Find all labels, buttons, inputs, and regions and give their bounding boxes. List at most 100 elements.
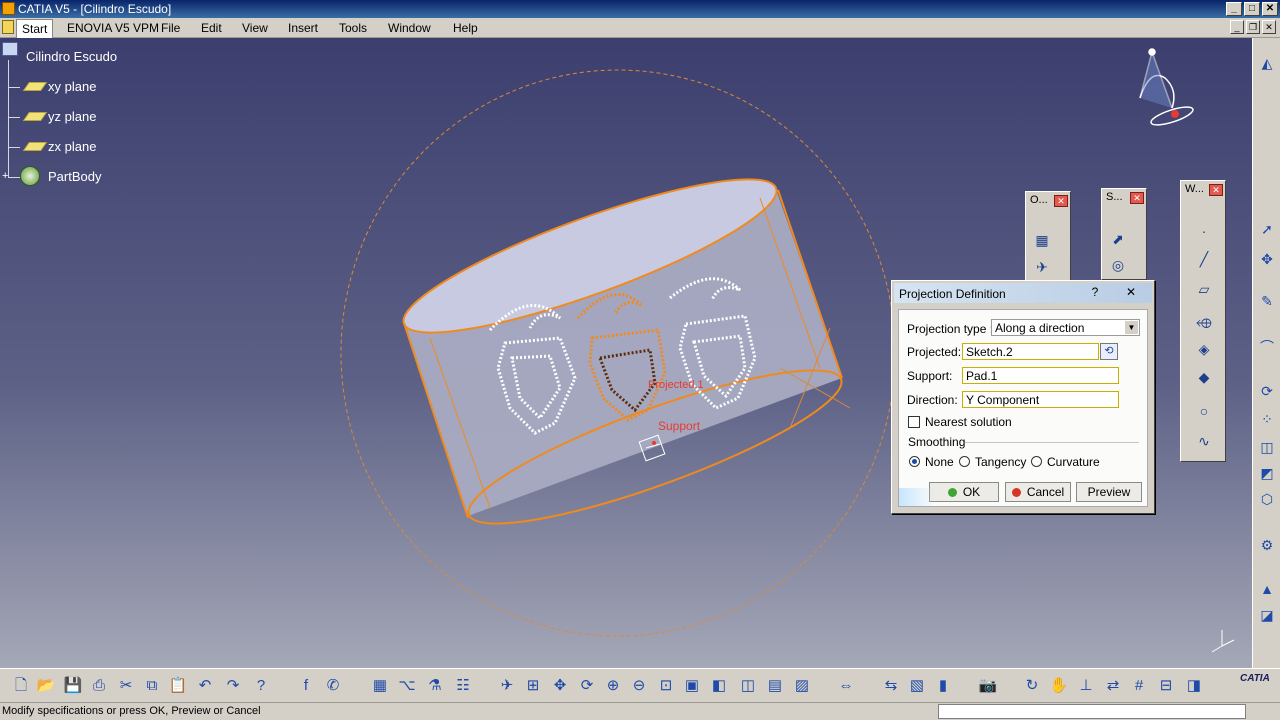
camera-icon[interactable]: 📷	[977, 675, 999, 697]
doc-restore-button[interactable]: ❐	[1246, 20, 1260, 34]
comment-icon[interactable]: ✆	[322, 675, 344, 697]
dialog-close-button[interactable]: ✕	[1120, 284, 1142, 300]
fit-all-icon[interactable]: ⊞	[522, 675, 544, 697]
undo-icon[interactable]: ↶	[194, 675, 216, 697]
circle-icon[interactable]: ○	[1193, 401, 1215, 421]
copy-icon[interactable]: ⧉	[141, 675, 163, 697]
point-icon[interactable]: ·	[1193, 221, 1215, 241]
compass-tool-icon[interactable]: ✥	[1256, 248, 1278, 270]
command-input[interactable]	[938, 704, 1246, 719]
smoothing-curvature-radio[interactable]	[1031, 456, 1042, 467]
measure-icon[interactable]: ⇔	[835, 675, 857, 697]
close-icon[interactable]: ✕	[1130, 192, 1144, 204]
whats-this-icon[interactable]: ?	[250, 675, 272, 697]
preview-button[interactable]: Preview	[1076, 482, 1142, 502]
knowledge-icon[interactable]: ⚗	[424, 675, 446, 697]
sketcher-icon[interactable]: ▨	[791, 675, 813, 697]
chevron-down-icon[interactable]: ▼	[1125, 321, 1138, 334]
snap-icon[interactable]: ⊟	[1155, 675, 1177, 697]
new-icon[interactable]: 🗋	[10, 675, 32, 697]
zoom-out-icon[interactable]: ⊖	[628, 675, 650, 697]
tree-root-label[interactable]: Cilindro Escudo	[26, 49, 117, 64]
intersection-icon[interactable]: ◈	[1193, 339, 1215, 359]
close-button[interactable]: ✕	[1262, 2, 1278, 16]
close-icon[interactable]: ✕	[1054, 195, 1068, 207]
menu-start[interactable]: Start	[16, 19, 54, 39]
menu-edit[interactable]: Edit	[201, 21, 222, 35]
save-icon[interactable]: 💾	[62, 675, 84, 697]
menu-tools[interactable]: Tools	[339, 21, 367, 35]
part-design-icon[interactable]: ◭	[1256, 52, 1278, 74]
menu-help[interactable]: Help	[453, 21, 478, 35]
swap-icon[interactable]: ▤	[764, 675, 786, 697]
nearest-solution-checkbox[interactable]	[908, 416, 920, 428]
open-icon[interactable]: 📂	[35, 675, 57, 697]
direction-field[interactable]: Y Component	[962, 391, 1119, 408]
close-icon[interactable]: ✕	[1209, 184, 1223, 196]
swap-visible-icon[interactable]: ⇄	[1102, 675, 1124, 697]
selection-mode-icon[interactable]: ⟲	[1100, 343, 1118, 360]
shading-icon[interactable]: ◧	[708, 675, 730, 697]
fly-icon[interactable]: ✈	[496, 675, 518, 697]
tree-item-yz-plane[interactable]: yz plane	[48, 109, 96, 124]
dialog-title-bar[interactable]: Projection Definition ? ✕	[894, 283, 1152, 303]
select-arrow-icon[interactable]: ➚	[1256, 218, 1278, 240]
menu-insert[interactable]: Insert	[288, 21, 318, 35]
generative-shape-icon[interactable]: ▲	[1256, 578, 1278, 600]
ok-button[interactable]: OK	[929, 482, 999, 502]
support-field[interactable]: Pad.1	[962, 367, 1119, 384]
boolean-icon[interactable]: ◫	[1256, 436, 1278, 458]
render-icon[interactable]: ▮	[932, 675, 954, 697]
minimize-button[interactable]: _	[1226, 2, 1242, 16]
tree-item-zx-plane[interactable]: zx plane	[48, 139, 96, 154]
zoom-in-icon[interactable]: ⊕	[602, 675, 624, 697]
paste-icon[interactable]: 📋	[167, 675, 189, 697]
tree-item-partbody[interactable]: PartBody	[48, 169, 101, 184]
knowledge-advisor-icon[interactable]: ⚙	[1256, 534, 1278, 556]
surface-icon[interactable]: ◨	[1183, 675, 1205, 697]
projected-field[interactable]: Sketch.2	[962, 343, 1099, 360]
catalog-icon[interactable]: ▦	[369, 675, 391, 697]
menu-enovia[interactable]: ENOVIA V5 VPM	[67, 21, 159, 35]
photo-studio-icon[interactable]: ▧	[906, 675, 928, 697]
iso-view-icon[interactable]: ▣	[681, 675, 703, 697]
catia-app-icon[interactable]	[2, 2, 15, 15]
grab-icon[interactable]: ✋	[1048, 675, 1070, 697]
formula-icon[interactable]: f	[295, 675, 317, 697]
hide-show-icon[interactable]: ◫	[737, 675, 759, 697]
curve-icon[interactable]: ⌒	[1256, 336, 1278, 358]
table-icon[interactable]: ▦	[1031, 230, 1053, 250]
part-icon[interactable]	[2, 42, 18, 56]
plane-tool-icon[interactable]: ▱	[1193, 279, 1215, 299]
transform-icon[interactable]: ⬡	[1256, 488, 1278, 510]
apply-material-icon[interactable]: ⇆	[880, 675, 902, 697]
menu-view[interactable]: View	[242, 21, 268, 35]
dress-up-icon[interactable]: ◩	[1256, 462, 1278, 484]
projection-type-select[interactable]: Along a direction ▼	[991, 319, 1140, 336]
print-icon[interactable]: ⎙	[88, 675, 110, 697]
annotation-icon[interactable]: ◪	[1256, 604, 1278, 626]
sweep-icon[interactable]: ◎	[1107, 255, 1129, 275]
projection-icon[interactable]: ⬲	[1193, 313, 1215, 333]
maximize-button[interactable]: □	[1244, 2, 1260, 16]
pan-icon[interactable]: ✥	[549, 675, 571, 697]
doc-close-button[interactable]: ✕	[1262, 20, 1276, 34]
table-icon[interactable]: ☷	[452, 675, 474, 697]
pattern-icon[interactable]: ⁘	[1256, 408, 1278, 430]
extrude-surface-icon[interactable]: ⬈	[1107, 229, 1129, 249]
smoothing-tangency-radio[interactable]	[959, 456, 970, 467]
cancel-button[interactable]: Cancel	[1005, 482, 1071, 502]
extract-icon[interactable]: ✈	[1031, 257, 1053, 277]
constraint-icon[interactable]: ⟳	[1256, 380, 1278, 402]
grid-icon[interactable]: #	[1128, 675, 1150, 697]
menu-window[interactable]: Window	[388, 21, 431, 35]
update-icon[interactable]: ↻	[1021, 675, 1043, 697]
normal-view-icon[interactable]: ⊡	[655, 675, 677, 697]
rotate-icon[interactable]: ⟳	[576, 675, 598, 697]
line-icon[interactable]: ╱	[1193, 249, 1215, 269]
help-button[interactable]: ?	[1084, 284, 1106, 300]
tree-icon[interactable]: ⌥	[396, 675, 418, 697]
spline-icon[interactable]: ∿	[1193, 431, 1215, 451]
tree-item-xy-plane[interactable]: xy plane	[48, 79, 96, 94]
menu-file[interactable]: File	[161, 21, 180, 35]
